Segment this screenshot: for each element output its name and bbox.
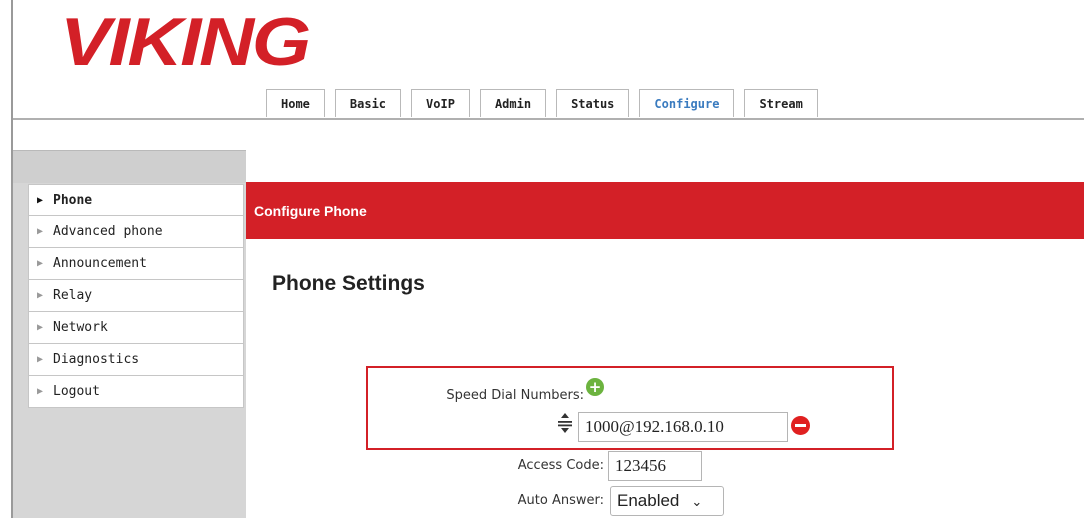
page-banner: Configure Phone — [246, 182, 1084, 239]
access-code-label: Access Code: — [517, 458, 604, 473]
banner-title: Configure Phone — [254, 202, 367, 219]
triangle-right-icon: ▶ — [37, 258, 44, 269]
tab-basic[interactable]: Basic — [334, 89, 402, 117]
viking-logo: VIKING — [60, 4, 311, 80]
tab-stream[interactable]: Stream — [744, 89, 818, 117]
speed-dial-input[interactable]: 1000@192.168.0.10 — [578, 412, 788, 442]
sidebar-item-label: Phone — [53, 192, 93, 208]
triangle-right-icon: ▶ — [37, 386, 44, 397]
sidebar-item-advanced-phone[interactable]: ▶ Advanced phone — [28, 216, 244, 248]
drag-handle-icon[interactable] — [556, 412, 574, 434]
header-divider — [13, 118, 1084, 120]
sidebar-item-label: Network — [53, 320, 108, 335]
sidebar-menu: ▶ Phone ▶ Advanced phone ▶ Announcement … — [28, 184, 244, 408]
triangle-right-icon: ▶ — [37, 194, 44, 206]
sidebar-item-announcement[interactable]: ▶ Announcement — [28, 248, 244, 280]
auto-answer-select[interactable]: Enabled ⌄ — [610, 486, 724, 516]
sidebar-item-label: Advanced phone — [53, 224, 163, 239]
access-code-input[interactable]: 123456 — [608, 451, 702, 481]
sidebar-item-label: Announcement — [53, 256, 147, 271]
sidebar-item-label: Logout — [53, 384, 100, 399]
sidebar-item-network[interactable]: ▶ Network — [28, 312, 244, 344]
tab-admin[interactable]: Admin — [479, 89, 547, 117]
plus-circle-icon[interactable]: + — [586, 378, 604, 396]
auto-answer-value: Enabled — [617, 491, 680, 510]
tab-configure[interactable]: Configure — [639, 89, 735, 117]
sidebar-item-relay[interactable]: ▶ Relay — [28, 280, 244, 312]
sidebar-item-diagnostics[interactable]: ▶ Diagnostics — [28, 344, 244, 376]
tab-voip[interactable]: VoIP — [411, 89, 470, 117]
triangle-right-icon: ▶ — [37, 226, 44, 237]
tab-status[interactable]: Status — [556, 89, 630, 117]
sidebar-item-label: Relay — [53, 288, 93, 303]
tab-home[interactable]: Home — [266, 89, 325, 117]
triangle-right-icon: ▶ — [37, 322, 44, 333]
triangle-right-icon: ▶ — [37, 354, 44, 365]
section-title: Phone Settings — [272, 272, 425, 295]
chevron-down-icon: ⌄ — [691, 494, 703, 509]
sidebar-top-strip — [13, 150, 246, 183]
top-nav-tabs: Home Basic VoIP Admin Status Configure S… — [266, 89, 828, 117]
minus-circle-icon[interactable] — [791, 416, 810, 435]
sidebar-item-label: Diagnostics — [53, 352, 140, 367]
auto-answer-label: Auto Answer: — [517, 493, 604, 508]
sidebar-item-logout[interactable]: ▶ Logout — [28, 376, 244, 408]
sidebar-item-phone[interactable]: ▶ Phone — [28, 184, 244, 216]
window-left-border — [0, 0, 13, 518]
triangle-right-icon: ▶ — [37, 290, 44, 301]
speed-dial-label: Speed Dial Numbers: — [446, 388, 584, 403]
